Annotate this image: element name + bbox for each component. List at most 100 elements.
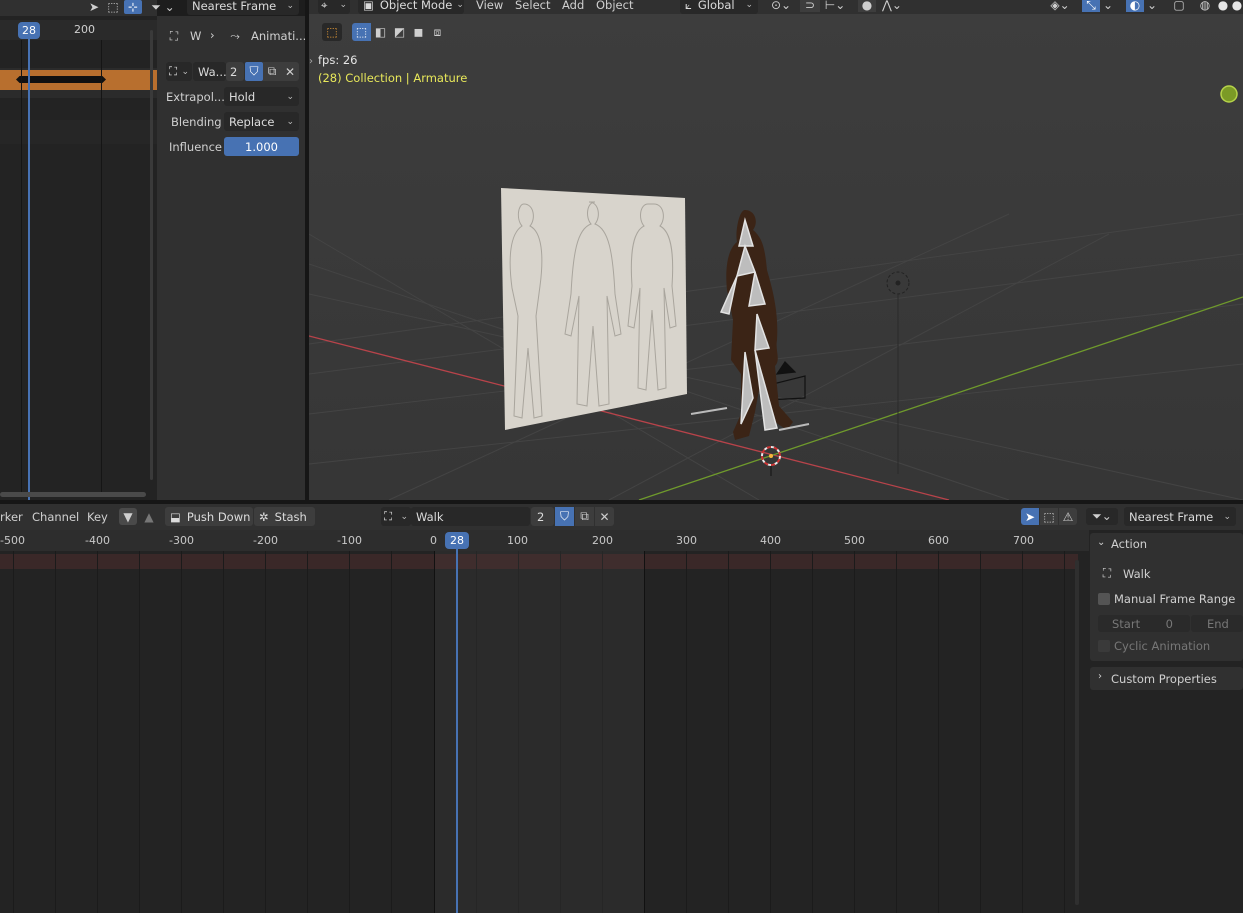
snap-toggle-icon[interactable]: ⊹	[124, 0, 142, 14]
only-selected-icon[interactable]: ➤	[1021, 508, 1039, 525]
ruler-label: 0	[430, 534, 437, 547]
duplicate-icon[interactable]: ⧉	[575, 507, 594, 526]
breadcrumb-w: W	[190, 29, 202, 43]
timeline-playhead[interactable]	[456, 549, 458, 913]
timeline-grid-line	[181, 551, 182, 913]
chevron-down-icon[interactable]: ⌄	[1097, 537, 1105, 548]
timeline-grid-line	[97, 551, 98, 913]
frame-start-field[interactable]: Start 0	[1098, 615, 1190, 632]
extrapolation-dropdown[interactable]: Hold ⌄	[224, 87, 299, 106]
timeline-grid-line	[938, 551, 939, 913]
orientation-dropdown[interactable]: ⟀ Global ⌄	[680, 0, 758, 14]
pivot-icon[interactable]: ⊙⌄	[766, 0, 796, 12]
action-type-dropdown[interactable]: ⛶ ⌄	[381, 507, 411, 526]
select-invert-icon[interactable]: ◼	[409, 23, 428, 41]
timeline-grid-line	[476, 551, 477, 913]
strip-action-users[interactable]: 2	[226, 62, 244, 81]
push-down-icon: ⬓	[170, 509, 181, 524]
falloff-icon[interactable]: ⋀⌄	[878, 0, 906, 12]
timeline-grid-line	[265, 551, 266, 913]
proportional-edit-icon[interactable]: ●	[858, 0, 876, 12]
fake-user-shield-icon[interactable]: ⛉	[555, 507, 574, 526]
stash-label: Stash	[274, 509, 307, 524]
action-end-line	[644, 551, 645, 913]
cyclic-animation-label[interactable]: Cyclic Animation	[1114, 639, 1210, 653]
cyclic-checkbox[interactable]	[1098, 640, 1110, 652]
action-users[interactable]: 2	[531, 507, 554, 526]
ruler-label: -100	[337, 534, 362, 547]
gizmo-circle[interactable]	[1220, 85, 1238, 103]
xray-icon[interactable]: ▢	[1170, 0, 1188, 12]
timeline-area[interactable]	[0, 530, 1089, 913]
action-panel-header[interactable]: Action	[1111, 537, 1147, 551]
overlay-dropdown-icon[interactable]: ⌄	[1145, 0, 1159, 12]
menu-key[interactable]: Key	[87, 510, 108, 524]
key-up-icon[interactable]: ▲	[140, 508, 158, 525]
gizmo-dropdown-icon[interactable]: ⌄	[1101, 0, 1115, 12]
frame-end-field[interactable]: End	[1191, 615, 1243, 632]
left-snap-dropdown[interactable]: Nearest Frame ⌄	[187, 0, 299, 15]
box-select-icon[interactable]: ⬚	[105, 0, 121, 14]
timeline-snap-dropdown[interactable]: Nearest Frame ⌄	[1124, 507, 1236, 526]
wireframe-shading-icon[interactable]: ◍	[1196, 0, 1214, 12]
object-mode-label: Object Mode	[379, 0, 453, 12]
menu-view[interactable]: View	[476, 0, 503, 12]
close-icon[interactable]: ✕	[281, 62, 299, 81]
strip-action-name-field[interactable]: Wa...	[193, 62, 226, 81]
manual-frame-range-label[interactable]: Manual Frame Range	[1114, 592, 1235, 606]
armature-icon: ⤳	[230, 28, 240, 43]
duplicate-icon[interactable]: ⧉	[263, 62, 281, 81]
timeline-grid-line	[728, 551, 729, 913]
timeline-ruler[interactable]	[0, 530, 1089, 551]
menu-channel[interactable]: Channel	[32, 510, 79, 524]
ruler-label: 100	[507, 534, 528, 547]
left-current-frame[interactable]: 28	[18, 22, 40, 39]
custom-properties-header[interactable]: Custom Properties	[1111, 672, 1217, 686]
blending-dropdown[interactable]: Replace ⌄	[224, 112, 299, 131]
left-vscroll[interactable]	[150, 30, 153, 480]
select-cursor-icon[interactable]: ➤	[86, 0, 102, 14]
visibility-icon[interactable]: ◈⌄	[1044, 0, 1076, 12]
editor-type-dropdown[interactable]: ⌖ ⌄	[318, 0, 350, 14]
push-down-button[interactable]: ⬓ Push Down	[165, 507, 253, 526]
menu-marker[interactable]: rker	[0, 510, 23, 524]
select-subtract-icon[interactable]: ◩	[390, 23, 409, 41]
menu-add[interactable]: Add	[562, 0, 584, 12]
stash-button[interactable]: ✲ Stash	[254, 507, 315, 526]
fake-user-shield-icon[interactable]: ⛉	[245, 62, 263, 81]
reference-image-plane[interactable]	[501, 188, 687, 430]
left-scrollbar[interactable]	[0, 492, 146, 497]
select-new-icon[interactable]: ⬚	[352, 23, 371, 41]
left-playhead[interactable]	[28, 39, 30, 500]
action-channel-row-active[interactable]	[435, 554, 645, 569]
object-mode-dropdown[interactable]: ▣ Object Mode ⌄	[358, 0, 464, 14]
warning-icon[interactable]: ⚠	[1059, 508, 1077, 525]
filter-icon[interactable]: ⏷⌄	[1086, 508, 1118, 525]
strip-action-type-dropdown[interactable]: ⛶ ⌄	[166, 62, 192, 81]
manual-frame-range-checkbox[interactable]	[1098, 593, 1110, 605]
timeline-current-frame[interactable]: 28	[445, 532, 469, 549]
snap-target-icon[interactable]: ⊢⌄	[820, 0, 850, 12]
viewport-3d[interactable]	[309, 14, 1243, 500]
influence-field[interactable]: 1.000	[224, 137, 299, 156]
overlay-toggle-icon[interactable]: ◐	[1126, 0, 1144, 12]
key-type-dropdown-icon[interactable]: ▼	[119, 508, 137, 525]
timeline-vscroll[interactable]	[1075, 560, 1079, 905]
material-shading-icon[interactable]: ●	[1230, 0, 1243, 12]
tool-select-box-icon[interactable]: ⬚	[322, 23, 342, 41]
toolbar-expand-icon[interactable]: ›	[309, 56, 313, 67]
action-name-field[interactable]: Walk	[411, 507, 530, 526]
timeline-grid-line	[349, 551, 350, 913]
show-hidden-icon[interactable]: ⬚	[1040, 508, 1058, 525]
menu-select[interactable]: Select	[515, 0, 550, 12]
snap-magnet-icon[interactable]: ⊃	[800, 0, 820, 12]
close-icon[interactable]: ✕	[595, 507, 614, 526]
chevron-right-icon[interactable]: ›	[1098, 671, 1102, 682]
strip-action-name: Wa...	[198, 64, 226, 79]
menu-object[interactable]: Object	[596, 0, 633, 12]
gizmo-toggle-icon[interactable]: ⤡	[1082, 0, 1100, 12]
filter-icon[interactable]: ⏷ ⌄	[148, 0, 178, 14]
select-extend-icon[interactable]: ◧	[371, 23, 390, 41]
select-intersect-icon[interactable]: ⧈	[428, 23, 447, 41]
blending-value: Replace	[229, 114, 275, 129]
